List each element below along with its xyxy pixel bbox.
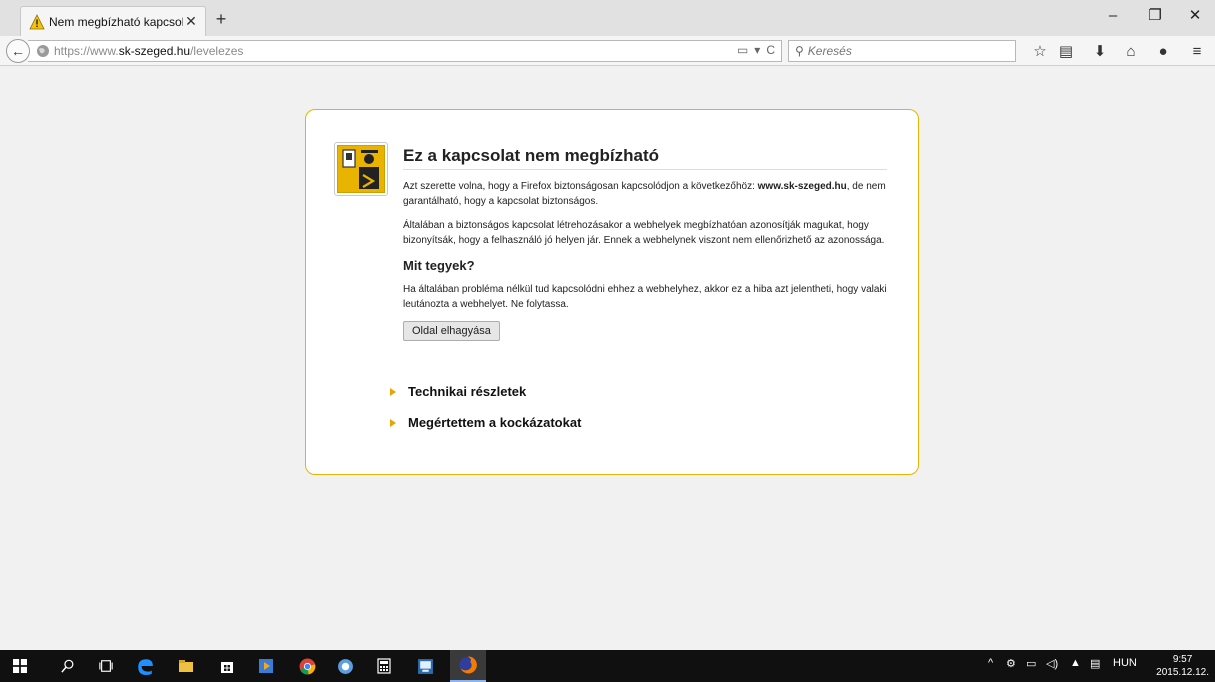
notifications-icon[interactable]: ▤ (1090, 657, 1100, 670)
bookmarks-list-icon[interactable]: ▤ (1056, 43, 1076, 61)
search-icon[interactable] (56, 654, 80, 678)
network-app-icon[interactable] (333, 654, 357, 678)
taskbar: ^ ⚙ ▭ ◁) ▲ ▤ HUN 9:57 2015.12.12. (0, 650, 1215, 682)
new-tab-button[interactable]: + (210, 8, 232, 30)
expand-triangle-icon (390, 418, 396, 427)
dropdown-arrow-icon[interactable]: ▾ (754, 43, 760, 57)
page-content: Ez a kapcsolat nem megbízható Azt szeret… (0, 67, 1215, 650)
media-player-icon[interactable] (254, 654, 278, 678)
clock-date: 2015.12.12. (1156, 667, 1209, 678)
restore-button[interactable]: ❐ (1135, 4, 1175, 28)
minimize-button[interactable]: ‒ (1093, 4, 1133, 28)
page-title: Ez a kapcsolat nem megbízható (403, 146, 887, 170)
search-bar[interactable]: ⚲ (788, 40, 1016, 62)
globe-icon (37, 45, 49, 57)
intro-paragraph: Azt szerette volna, hogy a Firefox bizto… (403, 181, 886, 207)
error-body: Ez a kapcsolat nem megbízható Azt szeret… (403, 146, 887, 341)
search-input[interactable] (807, 44, 988, 58)
search-icon: ⚲ (795, 44, 804, 58)
edge-icon[interactable] (133, 654, 157, 678)
understand-risks-label: Megértettem a kockázatokat (408, 415, 582, 430)
tab-close-icon[interactable]: ✕ (183, 13, 199, 30)
tray-chevron-icon[interactable]: ^ (988, 657, 993, 669)
calculator-icon[interactable] (372, 654, 396, 678)
file-explorer-icon[interactable] (174, 654, 198, 678)
tab-title: Nem megbízható kapcsolat (49, 14, 183, 29)
home-icon[interactable]: ⌂ (1121, 43, 1141, 61)
firefox-icon[interactable] (450, 650, 486, 682)
task-view-icon[interactable] (94, 654, 118, 678)
reader-icon[interactable]: ▭ (737, 43, 748, 57)
warning-icon (29, 13, 45, 29)
technical-details-label: Technikai részletek (408, 384, 527, 399)
google-drive-icon[interactable]: ▲ (1070, 657, 1081, 669)
connection-icon[interactable]: ▭ (1026, 657, 1036, 670)
hello-icon[interactable]: ● (1153, 43, 1173, 61)
back-button[interactable]: ← (6, 39, 30, 63)
url-text: https://www.sk-szeged.hu/levelezes (54, 44, 244, 58)
start-icon[interactable] (8, 654, 32, 678)
understand-risks-expander[interactable]: Megértettem a kockázatokat (390, 415, 581, 430)
reload-icon[interactable]: C (766, 43, 775, 57)
download-icon[interactable]: ⬇ (1090, 43, 1110, 61)
navigation-bar: https://www.sk-szeged.hu/levelezes ▭ ▾ C… (0, 36, 1215, 66)
store-icon[interactable] (215, 654, 239, 678)
technical-details-expander[interactable]: Technikai részletek (390, 384, 526, 399)
what-to-do-heading: Mit tegyek? (403, 258, 475, 273)
star-icon[interactable]: ☆ (1030, 43, 1050, 61)
leave-page-button[interactable]: Oldal elhagyása (403, 321, 500, 341)
certificate-error-icon (334, 142, 388, 196)
browser-tab[interactable]: Nem megbízható kapcsolat ✕ (20, 6, 206, 36)
clock[interactable]: 9:57 2015.12.12. (1156, 653, 1209, 679)
advice-paragraph: Ha általában probléma nélkül tud kapcsol… (403, 284, 887, 310)
url-bar[interactable]: https://www.sk-szeged.hu/levelezes ▭ ▾ C (28, 40, 782, 62)
close-window-button[interactable]: ✕ (1175, 4, 1215, 28)
clock-time: 9:57 (1172, 654, 1193, 665)
network-status-icon[interactable]: ⚙ (1006, 657, 1016, 670)
volume-icon[interactable]: ◁) (1046, 657, 1058, 670)
remote-desktop-icon[interactable] (413, 654, 437, 678)
chrome-icon[interactable] (295, 654, 319, 678)
menu-icon[interactable]: ≡ (1187, 43, 1207, 61)
language-indicator[interactable]: HUN (1113, 657, 1137, 669)
expand-triangle-icon (390, 387, 396, 396)
explanation-paragraph: Általában a biztonságos kapcsolat létreh… (403, 220, 885, 246)
tab-strip: Nem megbízható kapcsolat ✕ + ‒ ❐ ✕ (0, 0, 1215, 36)
error-card: Ez a kapcsolat nem megbízható Azt szeret… (305, 109, 919, 475)
